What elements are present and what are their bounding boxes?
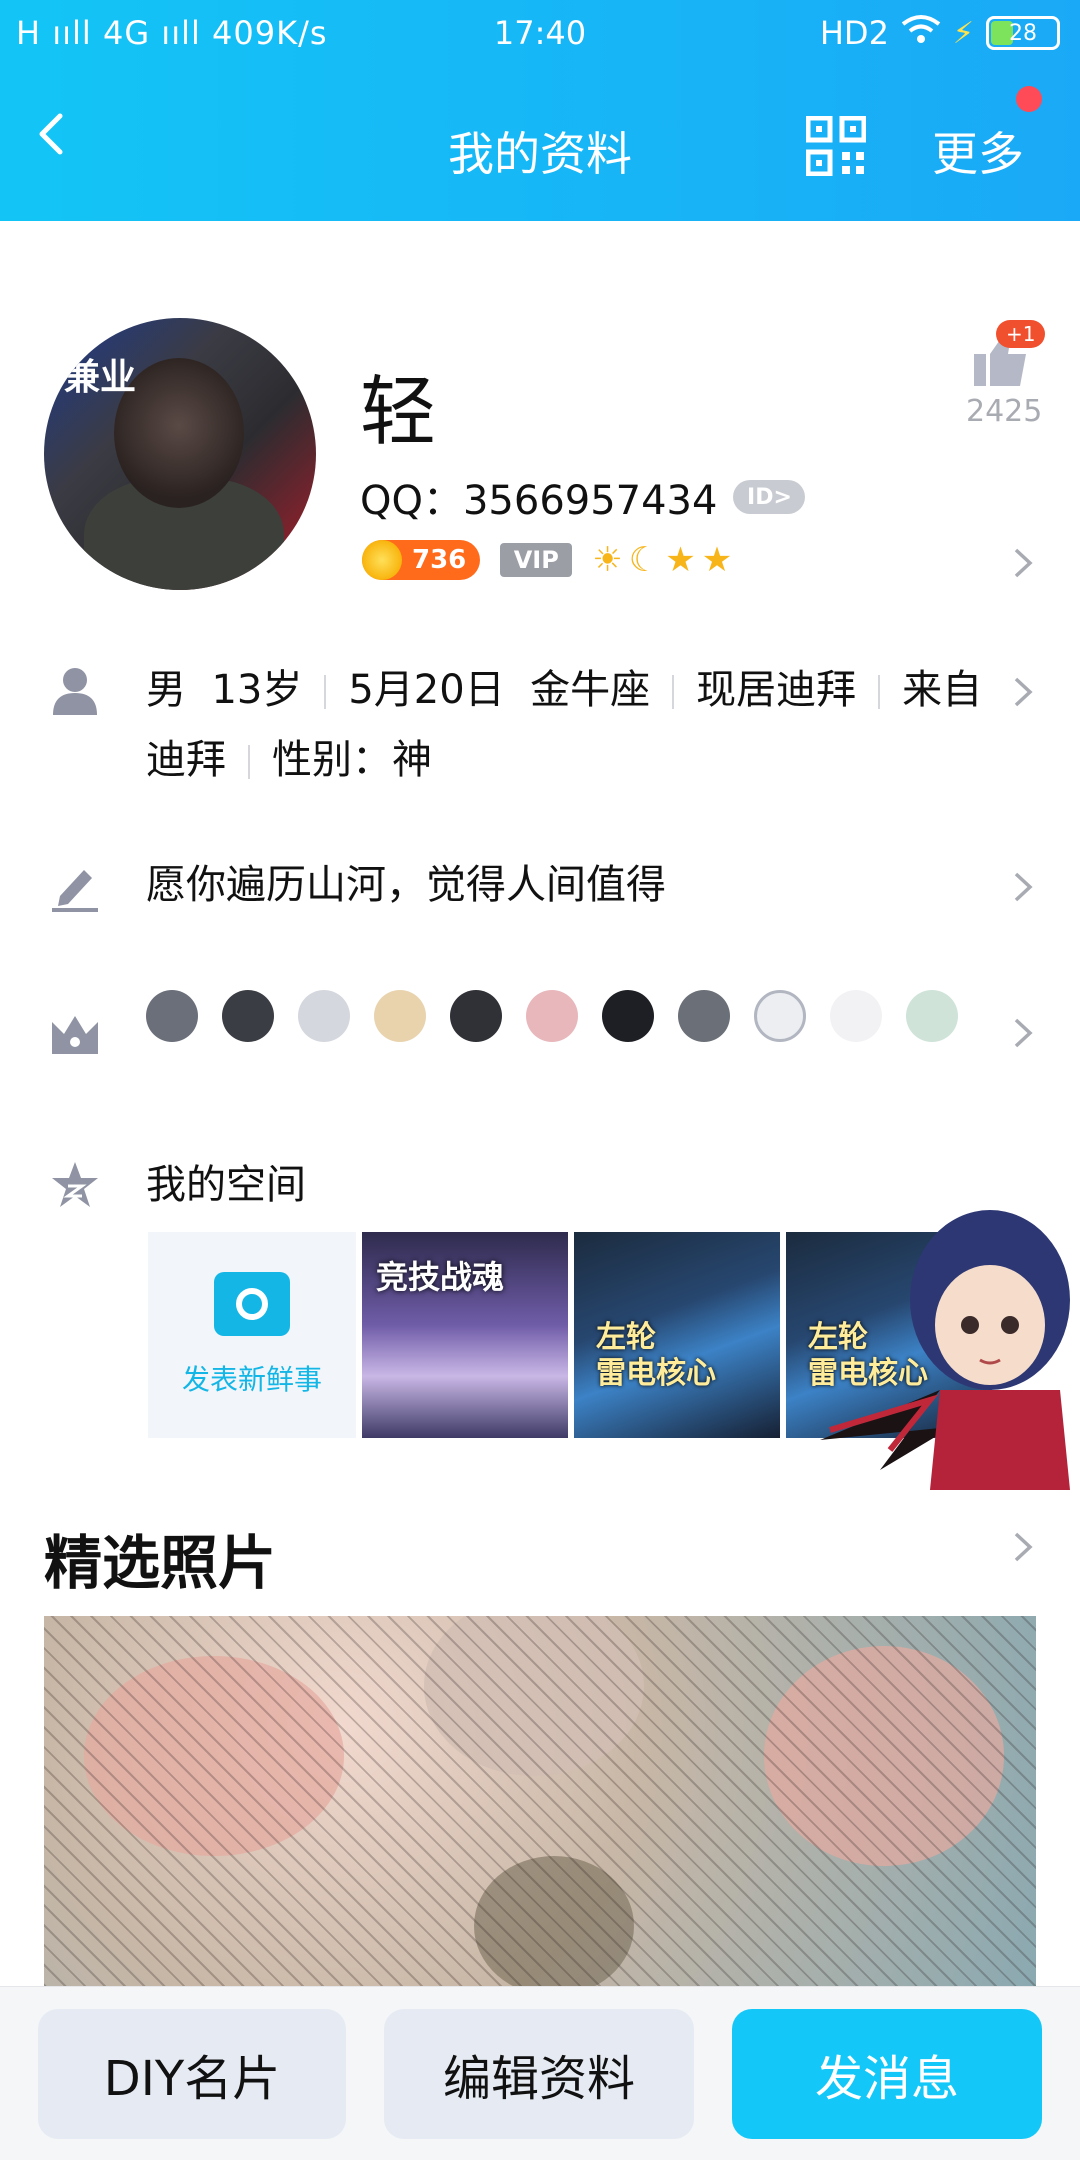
featured-photo[interactable] — [44, 1616, 1036, 1986]
pencil-icon — [50, 862, 100, 912]
avatar-sign-text: 兼业 — [64, 357, 137, 398]
space-title[interactable]: 我的空间 — [146, 1150, 306, 1220]
mascot-sticker — [820, 1190, 1080, 1490]
edit-profile-button[interactable]: 编辑资料 — [384, 2009, 694, 2139]
info-line[interactable]: 男 13岁 5月20日 金牛座 现居迪拜 来自 — [146, 655, 986, 725]
signature[interactable]: 愿你遍历山河，觉得人间值得 — [146, 850, 666, 920]
info-line-2[interactable]: 迪拜 性别：神 — [146, 725, 432, 795]
coin-count: 736 — [412, 545, 467, 575]
medal-icon — [602, 990, 654, 1042]
chevron-right-icon[interactable] — [1012, 1016, 1034, 1050]
gender: 男 — [146, 667, 186, 713]
space-thumbnail[interactable]: 左轮 雷电核心 — [574, 1232, 780, 1438]
diamond-icon — [374, 990, 426, 1042]
medal-icon — [222, 990, 274, 1042]
space-thumbnail[interactable]: 竞技战魂 — [362, 1232, 568, 1438]
star-icon: ★ — [701, 540, 733, 580]
crown-icon — [50, 1008, 100, 1058]
battery-level: 28 — [1009, 20, 1037, 46]
more-button[interactable]: 更多 — [932, 118, 1024, 184]
age: 13岁 — [211, 667, 303, 713]
chevron-right-icon[interactable] — [1012, 546, 1034, 580]
post-new-button[interactable]: 发表新鲜事 — [148, 1232, 356, 1438]
custom-gender: 性别：神 — [272, 737, 432, 783]
hd-indicator: HD2 — [819, 14, 889, 52]
chevron-right-icon[interactable] — [1012, 675, 1034, 709]
medal-icon — [830, 990, 882, 1042]
battery-icon: 28 — [986, 16, 1060, 50]
medal-list[interactable] — [146, 990, 958, 1042]
qq-number: QQ：3566957434 — [360, 478, 718, 524]
header-bar: H ııll 4G ııll 409K/s 17:40 HD2 ⚡ 28 我的资… — [0, 0, 1080, 221]
thumbnail-caption: 竞技战魂 — [376, 1258, 505, 1296]
status-bar: H ııll 4G ııll 409K/s 17:40 HD2 ⚡ 28 — [0, 0, 1080, 70]
notification-dot — [1016, 86, 1042, 112]
thumbnail-caption: 左轮 雷电核心 — [596, 1320, 716, 1391]
wifi-icon — [901, 14, 941, 52]
medal-icon — [146, 990, 198, 1042]
like-count: 2425 — [966, 394, 1043, 429]
diy-card-button[interactable]: DIY名片 — [38, 2009, 346, 2139]
coin-badge[interactable]: 736 — [362, 540, 481, 580]
hometown: 迪拜 — [146, 737, 226, 783]
birthday: 5月20日 — [348, 667, 505, 713]
avatar[interactable]: 兼业 — [44, 318, 316, 590]
send-message-button[interactable]: 发消息 — [732, 2009, 1042, 2139]
star-outline-icon — [50, 1160, 100, 1210]
diamond-icon — [298, 990, 350, 1042]
sun-icon: ☀ — [592, 540, 623, 580]
hometown-label: 来自 — [902, 667, 983, 713]
id-badge[interactable]: ID> — [733, 480, 806, 514]
charging-icon: ⚡ — [952, 15, 974, 51]
medal-icon — [678, 990, 730, 1042]
badge-row: 736 VIP ☀ ☾ ★ ★ — [362, 540, 732, 580]
medal-icon — [450, 990, 502, 1042]
page-title: 我的资料 — [448, 127, 632, 181]
star-icon: ★ — [665, 540, 696, 580]
qr-code-icon — [805, 115, 867, 177]
camera-icon — [214, 1272, 290, 1336]
chevron-right-icon[interactable] — [1012, 1530, 1034, 1564]
post-new-label: 发表新鲜事 — [181, 1363, 322, 1396]
qq-number-row: QQ：3566957434 ID> — [360, 468, 806, 526]
coin-icon — [362, 540, 402, 580]
like-increment-badge: +1 — [996, 320, 1046, 348]
person-icon — [50, 665, 100, 715]
moon-icon: ☾ — [628, 540, 660, 580]
nickname: 轻 — [360, 367, 436, 456]
diamond-icon — [906, 990, 958, 1042]
zodiac: 金牛座 — [530, 667, 651, 713]
featured-photos-title: 精选照片 — [44, 1529, 277, 1597]
chevron-right-icon[interactable] — [1012, 870, 1034, 904]
cloud-v-icon — [754, 990, 806, 1042]
vip-badge[interactable]: VIP — [500, 543, 573, 577]
bottom-action-bar: DIY名片 编辑资料 发消息 — [0, 1986, 1080, 2160]
residence: 现居迪拜 — [696, 667, 857, 713]
status-right: HD2 ⚡ 28 — [820, 14, 1060, 52]
qr-code-button[interactable] — [805, 115, 867, 177]
diamond-icon — [526, 990, 578, 1042]
level-icons: ☀ ☾ ★ ★ — [592, 540, 732, 580]
